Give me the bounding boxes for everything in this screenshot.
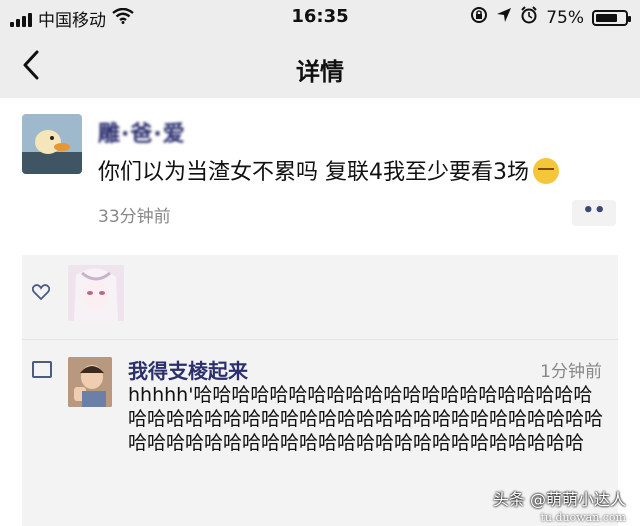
- page-title: 详情: [296, 58, 344, 86]
- location-icon: [496, 7, 512, 28]
- post-text-body: 你们以为当渣女不累吗 复联4我至少要看3场: [98, 160, 529, 185]
- avatar[interactable]: [22, 114, 82, 174]
- comment-text: hhhhh'哈哈哈哈哈哈哈哈哈哈哈哈哈哈哈哈哈哈哈哈哈哈哈哈哈哈哈哈哈哈哈哈哈哈…: [128, 384, 604, 454]
- post-text: 你们以为当渣女不累吗 复联4我至少要看3场: [98, 154, 559, 186]
- commenter-name[interactable]: 我得支棱起来: [128, 355, 248, 384]
- post-user-name[interactable]: 雕·爸·爱: [98, 116, 186, 148]
- smirk-face-icon: [533, 158, 559, 184]
- comment-time: 1分钟前: [540, 362, 602, 382]
- watermark: 头条 @萌萌小达人: [492, 490, 626, 509]
- heart-icon: [31, 281, 51, 306]
- duck-icon: [22, 114, 82, 174]
- nav-bar: 详情: [0, 34, 640, 98]
- moment-post: 雕·爸·爱 你们以为当渣女不累吗 复联4我至少要看3场 33分钟前 ••: [0, 98, 640, 248]
- battery-fill: [596, 13, 617, 22]
- status-bar: 中国移动 16:35 75%: [0, 0, 640, 34]
- battery-percent: 75%: [546, 7, 584, 28]
- more-button[interactable]: ••: [572, 200, 616, 226]
- watermark-source: tu.duowan.com: [540, 511, 626, 524]
- orientation-lock-icon: [470, 6, 488, 29]
- post-time: 33分钟前: [98, 207, 171, 227]
- liker-avatar[interactable]: [68, 265, 124, 321]
- comment-icon: [32, 361, 52, 378]
- alarm-icon: [520, 6, 538, 29]
- anime-avatar-image: [68, 265, 124, 321]
- commenter-avatar[interactable]: [68, 357, 112, 407]
- like-row: [22, 255, 618, 340]
- battery-icon: [592, 9, 631, 26]
- status-right: 75%: [470, 6, 631, 29]
- child-photo-avatar: [68, 357, 112, 407]
